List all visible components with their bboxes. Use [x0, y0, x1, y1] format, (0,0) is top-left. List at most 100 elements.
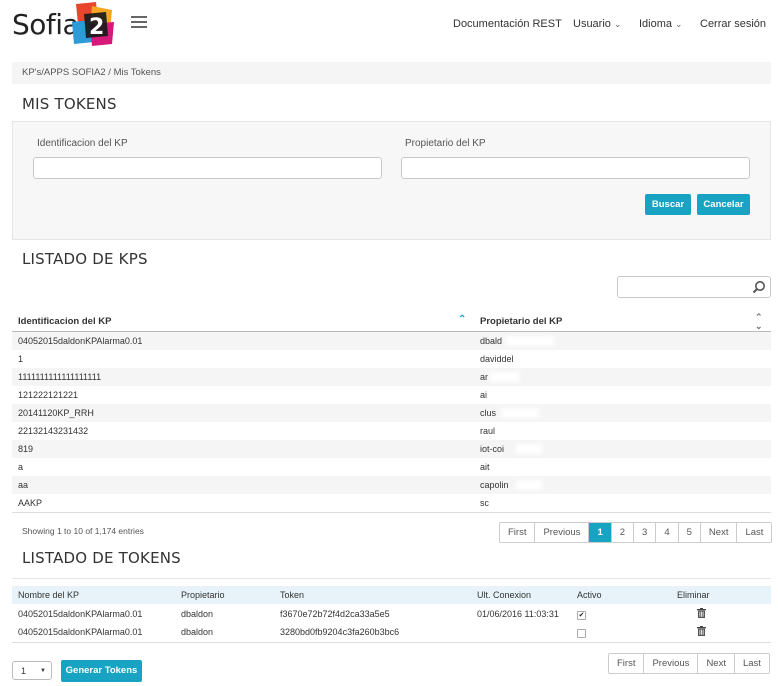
kp-owner-cell: ar: [480, 372, 489, 382]
page-3-button[interactable]: 3: [634, 523, 657, 542]
owner-cell: dbaldon: [181, 627, 214, 637]
kp-pagination: First Previous 1 2 3 4 5 Next Last: [499, 522, 773, 543]
nav-language-label: Idioma: [639, 18, 673, 30]
caret-down-icon: ▼: [40, 668, 46, 674]
token-count-value: 1: [21, 666, 27, 676]
redaction-mask: [490, 372, 521, 382]
table-row[interactable]: 1111111111111111111 ar: [12, 368, 771, 386]
column-header-kp-id[interactable]: Identificacion del KP: [18, 316, 111, 327]
kp-owner-cell: dbald: [480, 336, 503, 346]
token-cell: f3670e72b72f4d2ca33a5e5: [280, 609, 390, 619]
kp-owner-cell: iot-coi: [480, 444, 505, 454]
column-header-owner[interactable]: Propietario del KP: [480, 316, 562, 327]
kp-owner-cell: ai: [480, 390, 488, 400]
redaction-mask: [516, 444, 543, 454]
kp-id-input[interactable]: [33, 157, 382, 179]
last-connection-cell: 01/06/2016 11:03:31: [477, 609, 559, 619]
nav-user-label: Usuario: [573, 18, 611, 30]
trash-icon[interactable]: [697, 608, 706, 618]
table-row: 04052015daldonKPAlarma0.01 dbaldon 3280bd0…: [12, 623, 771, 641]
token-cell: 3280bd0fb9204c3fa260b3bc6: [280, 627, 400, 637]
kp-id-cell: 04052015daldonKPAlarma0.01: [18, 336, 143, 346]
nav-language-menu[interactable]: Idioma ⌄: [639, 18, 683, 30]
kp-owner-cell: raul: [480, 426, 496, 436]
token-count-select[interactable]: 1 ▼: [12, 661, 52, 680]
page-first-button[interactable]: First: [500, 523, 536, 542]
kp-id-cell: 20141120KP_RRH: [18, 408, 94, 418]
table-row[interactable]: 121222121221 ai: [12, 386, 771, 404]
cancel-button[interactable]: Cancelar: [697, 194, 750, 215]
sort-asc-icon[interactable]: ⌃: [458, 314, 466, 325]
page-5-button[interactable]: 5: [678, 523, 701, 542]
chevron-down-icon: ⌄: [613, 19, 622, 29]
table-row[interactable]: AAKP sc: [12, 494, 771, 512]
redaction-mask: [490, 390, 519, 400]
generate-tokens-button[interactable]: Generar Tokens: [61, 660, 142, 682]
nav-rest-docs[interactable]: Documentación REST: [453, 18, 562, 30]
redaction-mask: [495, 462, 518, 472]
page-1-button[interactable]: 1: [589, 523, 612, 542]
kp-name-cell: 04052015daldonKPAlarma0.01: [18, 609, 143, 619]
active-checkbox[interactable]: [577, 629, 586, 638]
menu-toggle-icon[interactable]: [131, 16, 147, 29]
column-header-owner: Propietario: [181, 590, 225, 600]
kp-name-cell: 04052015daldonKPAlarma0.01: [18, 627, 143, 637]
page-last-button[interactable]: Last: [734, 654, 769, 673]
chevron-down-icon: ⌄: [675, 19, 683, 29]
table-row[interactable]: a ait: [12, 458, 771, 476]
redaction-mask: [500, 408, 539, 418]
brand-number: 2: [89, 15, 104, 40]
nav-logout[interactable]: Cerrar sesión: [700, 18, 766, 30]
breadcrumb[interactable]: KP's/APPS SOFIA2 / Mis Tokens: [12, 62, 771, 84]
column-header-kp-name: Nombre del KP: [18, 590, 80, 600]
column-header-last-connection: Ult. Conexion: [477, 590, 532, 600]
tokens-title-divider: [12, 578, 771, 579]
nav-user-menu[interactable]: Usuario ⌄: [573, 18, 621, 30]
table-row[interactable]: 22132143231432 raul: [12, 422, 771, 440]
table-row[interactable]: 1 daviddel: [12, 350, 771, 368]
brand-logo-icon[interactable]: 2: [70, 2, 116, 46]
search-icon[interactable]: [752, 280, 766, 294]
active-checkbox[interactable]: ✔: [577, 611, 586, 620]
kp-id-cell: 819: [18, 444, 34, 454]
table-row[interactable]: 04052015daldonKPAlarma0.01 dbald: [12, 332, 771, 350]
page-first-button[interactable]: First: [609, 654, 645, 673]
redaction-mask: [490, 498, 517, 508]
tokens-table-header: Nombre del KP Propietario Token Ult. Con…: [12, 586, 771, 604]
page-2-button[interactable]: 2: [611, 523, 635, 542]
page-4-button[interactable]: 4: [656, 523, 679, 542]
kp-owner-cell: daviddel: [480, 354, 514, 364]
search-button[interactable]: Buscar: [645, 194, 691, 215]
column-header-delete: Eliminar: [677, 590, 710, 600]
kp-list-title: LISTADO DE KPS: [22, 250, 148, 268]
kp-id-cell: AAKP: [18, 498, 43, 508]
tokens-pagination: First Previous Next Last: [608, 653, 770, 674]
owner-label: Propietario del KP: [405, 138, 486, 149]
redaction-mask: [506, 336, 554, 346]
table-row[interactable]: aa capolin: [12, 476, 771, 494]
column-header-active: Activo: [577, 590, 602, 600]
page-next-button[interactable]: Next: [700, 523, 738, 542]
redaction-mask: [521, 354, 542, 364]
page-previous-button[interactable]: Previous: [644, 654, 699, 673]
trash-icon[interactable]: [697, 626, 706, 636]
kp-owner-cell: sc: [480, 498, 489, 508]
kp-id-label: Identificacion del KP: [37, 138, 128, 149]
kp-search-input[interactable]: [617, 276, 771, 298]
table-row[interactable]: 819 iot-coi: [12, 440, 771, 458]
kp-id-cell: a: [18, 462, 24, 472]
kp-id-cell: 1: [18, 354, 24, 364]
sort-both-icon[interactable]: ⌃ ⌄: [755, 313, 763, 331]
redaction-mask: [516, 480, 543, 490]
tokens-title: LISTADO DE TOKENS: [22, 549, 181, 567]
kp-id-cell: 121222121221: [18, 390, 79, 400]
page-next-button[interactable]: Next: [698, 654, 735, 673]
owner-input[interactable]: [401, 157, 750, 179]
kp-owner-cell: capolin: [480, 480, 509, 490]
column-header-token: Token: [280, 590, 305, 600]
page-last-button[interactable]: Last: [737, 523, 772, 542]
page-title: MIS TOKENS: [22, 95, 117, 113]
kp-owner-cell: clus: [480, 408, 497, 418]
table-row[interactable]: 20141120KP_RRH clus: [12, 404, 771, 422]
page-previous-button[interactable]: Previous: [535, 523, 590, 542]
